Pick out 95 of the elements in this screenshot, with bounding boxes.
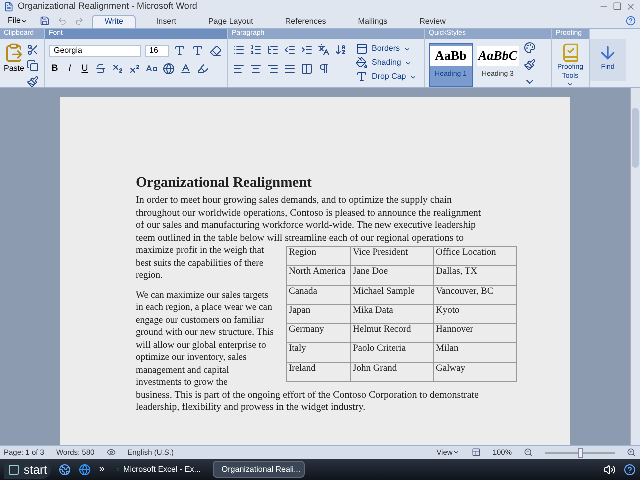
align-center-icon[interactable] — [249, 62, 263, 76]
taskbar-button[interactable]: Organizational Reali... — [212, 461, 305, 478]
ribbon-tab[interactable]: References — [273, 15, 338, 28]
paste-button[interactable]: Paste — [4, 43, 24, 75]
paragraph: In order to meet hour growing sales demands, and to optimize the supply chain throughout our worldwide operations, Contoso is pleased to announce the realignment of our sales and manufacturing workforce world-wide. The new executive leadership teem outlined in the table below will streamline each of our regional operations to — [136, 195, 482, 245]
ribbon-tab[interactable]: Mailings — [346, 15, 400, 28]
columns-icon[interactable] — [300, 62, 314, 76]
paragraph: business. This is part of the ongoing effort of the Contoso Corporation to demonstrate leadership, flexibility and prowess in the widget industry. — [136, 390, 480, 414]
caret-icon — [452, 449, 460, 456]
maximize-icon[interactable] — [613, 2, 622, 11]
style-brush-icon[interactable] — [523, 58, 537, 72]
table-cell: Ireland — [286, 362, 350, 382]
align-right-icon[interactable] — [266, 62, 280, 76]
taskbar-button[interactable]: Microsoft Excel - Ex... — [112, 461, 205, 478]
cut-icon[interactable] — [26, 43, 40, 57]
subscript-icon[interactable] — [111, 62, 125, 76]
font-size-field[interactable]: 16 — [144, 45, 169, 57]
ribbon-tab[interactable]: Page Layout — [196, 15, 266, 28]
vertical-scrollbar[interactable] — [630, 88, 640, 445]
caret-icon — [567, 81, 574, 88]
highlighter-icon[interactable] — [196, 62, 210, 76]
volume-icon[interactable] — [604, 464, 616, 476]
ribbon-tab[interactable]: Review — [408, 15, 458, 28]
document-title: Organizational Realignment — [136, 174, 314, 192]
numbering-icon[interactable] — [249, 43, 263, 57]
zoom-thumb[interactable] — [578, 448, 583, 458]
book-icon — [560, 43, 580, 63]
sort-icon[interactable] — [334, 43, 348, 57]
change-styles-icon[interactable] — [523, 41, 537, 55]
help-icon[interactable] — [626, 16, 636, 26]
table-cell: John Grand — [350, 362, 434, 382]
zoom-in-icon[interactable] — [627, 448, 636, 457]
table-cell: Vancouver, BC — [434, 285, 516, 304]
table-cell: Michael Sample — [350, 285, 434, 304]
table-cell: Canada — [286, 285, 350, 304]
table-header-cell: Office Location — [434, 246, 516, 266]
underline-button[interactable]: U — [79, 62, 91, 76]
globe-icon[interactable] — [162, 62, 176, 76]
bucket-icon — [356, 57, 368, 69]
paragraph-button[interactable]: Drop Cap — [356, 71, 418, 83]
word-icon — [4, 2, 14, 12]
start-button[interactable]: start — [4, 460, 52, 478]
table-cell: Helmut Record — [350, 324, 434, 343]
table-cell: Dallas, TX — [434, 266, 516, 286]
caret-icon — [20, 18, 28, 24]
save-icon[interactable] — [40, 16, 50, 26]
clipboard-icon — [4, 43, 24, 63]
table-cell: Galway — [434, 362, 516, 382]
paragraph-button[interactable]: Borders — [356, 43, 418, 55]
file-menu[interactable]: File — [4, 15, 32, 27]
justify-icon[interactable] — [283, 62, 297, 76]
table-cell: Italy — [286, 342, 350, 362]
font-color-icon[interactable] — [179, 62, 193, 76]
proofing-status-icon[interactable] — [106, 448, 116, 457]
browser-icon[interactable] — [79, 464, 92, 476]
view-layout-icon[interactable] — [472, 448, 481, 457]
ribbon-tab[interactable]: Write — [92, 15, 136, 28]
multilevel-list-icon[interactable] — [266, 43, 280, 57]
help-icon[interactable] — [624, 464, 636, 476]
table-header-cell: Vice President — [350, 246, 434, 266]
paragraph-button[interactable]: Shading — [356, 57, 418, 69]
copy-icon[interactable] — [26, 59, 40, 73]
indent-decrease-icon[interactable] — [283, 43, 297, 57]
paragraph: maximize profit in the weigh that best suits the capabilities of there region. — [136, 245, 266, 282]
indent-increase-icon[interactable] — [300, 43, 314, 57]
table-cell: North America — [286, 266, 350, 286]
brush-icon[interactable] — [26, 75, 40, 89]
more-button[interactable]: » — [99, 462, 105, 477]
table-cell: Japan — [286, 304, 350, 324]
close-icon[interactable] — [626, 2, 636, 12]
window-title: Organizational Realignment - Microsoft Word — [18, 0, 198, 13]
bold-button[interactable]: B — [49, 62, 61, 76]
paragraph: We can maximize our sales targets in each region, a place wear we can engage our customers on familiar ground with our new structure. This will allow our global enterprise to optimize our inventory, sales management and capital investments to grow the — [136, 290, 275, 390]
table-cell: Germany — [286, 324, 350, 343]
browser-icon[interactable] — [59, 464, 72, 476]
shrink-font-icon[interactable] — [191, 44, 205, 58]
pilcrow-icon[interactable] — [317, 62, 331, 76]
table-cell: Jane Doe — [350, 266, 434, 286]
table-cell: Hannover — [434, 324, 516, 343]
align-left-icon[interactable] — [232, 62, 246, 76]
superscript-icon[interactable] — [128, 62, 142, 76]
zoom-out-icon[interactable] — [524, 448, 533, 457]
table-cell: Mika Data — [350, 304, 434, 324]
table-cell: Milan — [434, 342, 516, 362]
font-name-field[interactable]: Georgia — [49, 45, 141, 57]
text-icon — [356, 71, 368, 83]
italic-button[interactable]: I — [64, 62, 76, 76]
clear-format-icon[interactable] — [209, 44, 223, 58]
borders-icon — [356, 43, 368, 55]
table-cell: Paolo Criteria — [350, 342, 434, 362]
strikethrough-icon[interactable] — [94, 62, 108, 76]
grow-font-icon[interactable] — [173, 44, 187, 58]
table-header-cell: Region — [286, 246, 350, 266]
table-cell: Kyoto — [434, 304, 516, 324]
ribbon-tab[interactable]: Insert — [144, 15, 188, 28]
